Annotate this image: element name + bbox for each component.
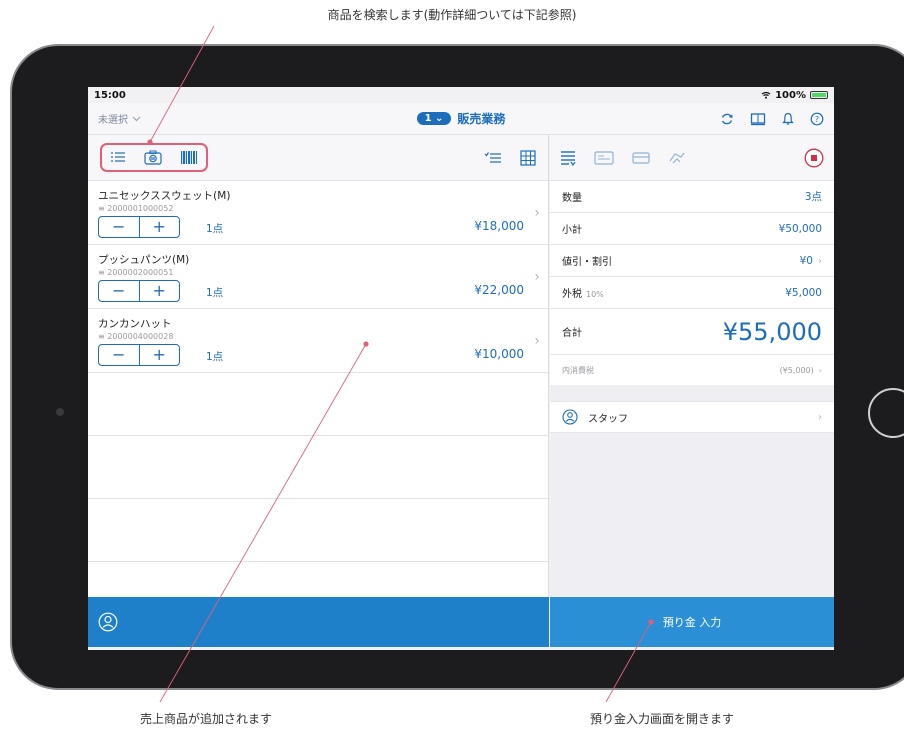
deposit-callout: 預り金入力画面を開きます <box>590 712 735 726</box>
minus-button[interactable]: − <box>99 345 139 365</box>
staff-row[interactable]: スタッフ › <box>550 401 834 433</box>
nav-bar: 未選択 1 ⌄ 販売業務 ? <box>88 103 834 135</box>
camera-dot <box>56 408 64 416</box>
subtotal-label: 小計 <box>562 225 582 236</box>
help-icon[interactable]: ? <box>810 112 824 126</box>
wallet-icon[interactable] <box>632 151 650 165</box>
product-qty: 1点 <box>206 351 224 363</box>
total-label: 合計 <box>562 328 582 339</box>
record-stop-icon[interactable] <box>804 148 824 168</box>
discount-value: ¥0 <box>799 254 813 267</box>
total-value: ¥55,000 <box>722 317 822 346</box>
product-name: ユニセックススウェット(M) <box>98 190 231 202</box>
product-price: ¥22,000 <box>474 283 524 297</box>
plus-button[interactable]: + <box>138 217 180 237</box>
product-price: ¥10,000 <box>474 347 524 361</box>
cart-item[interactable]: プッシュパンツ(M) ≡ 2000002000051 − + 1点 ¥22,00… <box>88 245 548 309</box>
checklist-icon[interactable] <box>484 151 502 165</box>
plus-button[interactable]: + <box>138 281 180 301</box>
total-row: 合計 ¥55,000 <box>550 309 834 355</box>
subtotal-value: ¥50,000 <box>778 222 822 235</box>
product-name: プッシュパンツ(M) <box>98 254 190 266</box>
staff-icon <box>562 409 578 425</box>
internal-tax-row[interactable]: 内消費税 (¥5,000) › <box>550 355 834 385</box>
customer-icon[interactable] <box>98 612 118 632</box>
internal-tax-label: 内消費税 <box>562 365 594 375</box>
battery-icon <box>810 91 828 99</box>
product-price: ¥18,000 <box>474 219 524 233</box>
tax-label: 外税 <box>562 289 582 300</box>
empty-row <box>88 436 548 499</box>
grid-icon[interactable] <box>520 149 536 166</box>
staff-selector[interactable]: 未選択 <box>98 111 218 126</box>
mode-selector[interactable]: 1 ⌄ 販売業務 <box>218 110 704 127</box>
status-time: 15:00 <box>94 89 126 101</box>
unselected-label: 未選択 <box>98 115 128 126</box>
camera-scan-icon[interactable] <box>144 150 162 165</box>
chevron-right-icon: › <box>818 255 822 267</box>
register-icon[interactable] <box>750 112 766 126</box>
tax-row: 外税 10% ¥5,000 <box>550 277 834 309</box>
chevron-right-icon: › <box>534 333 540 349</box>
summary-block: 数量 3点 小計 ¥50,000 値引・割引 ¥0 › 外税 10% ¥5,000 … <box>550 181 834 385</box>
product-code: ≡ 2000004000028 <box>98 332 174 341</box>
chevron-right-icon: › <box>818 365 822 375</box>
bell-icon[interactable] <box>782 112 794 126</box>
plus-button[interactable]: + <box>138 345 180 365</box>
empty-row <box>88 373 548 436</box>
cart-pane: ユニセックススウェット(M) ≡ 2000001000052 − + 1点 ¥1… <box>88 135 549 597</box>
chevron-right-icon: › <box>534 205 540 221</box>
quantity-value: 3点 <box>804 191 822 203</box>
minus-button[interactable]: − <box>99 281 139 301</box>
mode-title: 販売業務 <box>457 112 506 126</box>
receipt-list-icon[interactable] <box>560 150 576 166</box>
subtotal-row: 小計 ¥50,000 <box>550 213 834 245</box>
barcode-icon[interactable] <box>180 150 198 165</box>
wifi-icon <box>761 91 771 99</box>
product-qty: 1点 <box>206 287 224 299</box>
discount-row[interactable]: 値引・割引 ¥0 › <box>550 245 834 277</box>
empty-row <box>88 499 548 562</box>
quantity-row: 数量 3点 <box>550 181 834 213</box>
status-bar: 15:00 100% <box>88 87 834 103</box>
search-callout: 商品を検索します(動作詳細ついては下記参照) <box>327 8 577 22</box>
chevron-down-icon <box>132 116 141 121</box>
tax-rate: 10% <box>586 290 604 299</box>
quantity-stepper: − + <box>98 344 180 366</box>
chevron-right-icon: › <box>818 411 822 423</box>
chevron-right-icon: › <box>534 269 540 285</box>
quantity-stepper: − + <box>98 280 180 302</box>
deposit-input-button[interactable]: 預り金 入力 <box>550 597 834 647</box>
summary-toolbar <box>550 135 834 181</box>
product-qty: 1点 <box>206 223 224 235</box>
added-items-callout: 売上商品が追加されます <box>140 712 273 726</box>
minus-button[interactable]: − <box>99 217 139 237</box>
customer-bar <box>88 597 549 647</box>
internal-tax-value: (¥5,000) <box>779 365 814 375</box>
product-code: ≡ 2000002000051 <box>98 268 174 277</box>
card-icon[interactable] <box>594 150 614 165</box>
cart-item[interactable]: ユニセックススウェット(M) ≡ 2000001000052 − + 1点 ¥1… <box>88 181 548 245</box>
quantity-stepper: − + <box>98 216 180 238</box>
summary-pane: 数量 3点 小計 ¥50,000 値引・割引 ¥0 › 外税 10% ¥5,000 … <box>550 135 834 597</box>
quantity-label: 数量 <box>562 193 582 204</box>
mode-badge: 1 ⌄ <box>416 112 452 125</box>
staff-label: スタッフ <box>588 413 628 425</box>
return-icon[interactable] <box>668 151 686 165</box>
list-search-icon[interactable] <box>110 151 126 165</box>
product-name: カンカンハット <box>98 318 172 330</box>
product-code: ≡ 2000001000052 <box>98 204 174 213</box>
tax-value: ¥5,000 <box>785 286 822 299</box>
discount-label: 値引・割引 <box>562 257 612 268</box>
battery-percent: 100% <box>775 89 806 101</box>
svg-text:?: ? <box>815 115 819 124</box>
app-screen: 15:00 100% 未選択 1 ⌄ 販売業務 ? ユニセックススウェット(M)… <box>88 87 834 650</box>
search-tools <box>100 143 208 172</box>
sync-icon[interactable] <box>720 112 734 126</box>
product-toolbar <box>88 135 548 181</box>
cart-item[interactable]: カンカンハット ≡ 2000004000028 − + 1点 ¥10,000 › <box>88 309 548 373</box>
home-button[interactable] <box>868 388 904 438</box>
